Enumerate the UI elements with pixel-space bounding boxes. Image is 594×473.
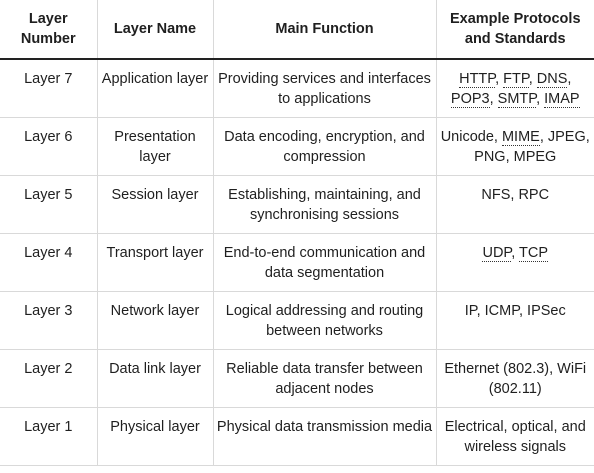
- protocols-cell: HTTP, FTP, DNS, POP3, SMTP, IMAP: [435, 59, 594, 118]
- protocol-abbreviation[interactable]: IMAP: [544, 91, 580, 108]
- protocol-abbreviation[interactable]: SMTP: [497, 91, 537, 108]
- layer-number-cell: Layer 2: [0, 349, 97, 408]
- protocol-text: ,: [567, 71, 572, 87]
- header-layer-number: Layer Number: [0, 0, 97, 60]
- table-row: Layer 2 Data link layer Reliable data tran…: [0, 349, 594, 408]
- protocol-text: Unicode,: [440, 128, 502, 145]
- layer-name-cell: Network layer: [96, 291, 213, 350]
- protocol-text: NFS, RPC: [481, 186, 550, 203]
- layer-number-cell: Layer 1: [0, 407, 97, 466]
- layer-number-cell: Layer 7: [0, 59, 97, 118]
- protocols-cell: NFS, RPC: [435, 175, 594, 234]
- protocol-text: ,: [495, 71, 504, 87]
- protocols-cell: UDP, TCP: [435, 233, 594, 292]
- protocols-cell: IP, ICMP, IPSec: [435, 291, 594, 350]
- main-function-cell: Data encoding, encryption, and compressi…: [212, 117, 436, 176]
- main-function-cell: Physical data transmission media: [212, 407, 436, 466]
- table-row: Layer 3 Network layer Logical addressing a…: [0, 291, 594, 350]
- main-function-cell: Logical addressing and routing between n…: [212, 291, 436, 350]
- protocol-abbreviation[interactable]: MIME: [501, 128, 540, 146]
- protocols-cell: Ethernet (802.3), WiFi (802.11): [435, 349, 594, 408]
- table-row: Layer 6 Presentation layer Data encoding, …: [0, 117, 594, 176]
- table-row: Layer 1 Physical layer Physical data trans…: [0, 407, 594, 466]
- layer-name-cell: Data link layer: [96, 349, 213, 408]
- protocol-abbreviation[interactable]: TCP: [519, 244, 549, 262]
- layer-number-cell: Layer 4: [0, 233, 97, 292]
- layer-number-cell: Layer 3: [0, 291, 97, 350]
- header-row: Layer Number Layer Name Main Function Ex…: [0, 0, 594, 60]
- protocol-text: ,: [489, 91, 498, 107]
- layer-name-cell: Session layer: [96, 175, 213, 234]
- header-layer-name: Layer Name: [96, 0, 213, 60]
- layer-name-cell: Application layer: [96, 59, 213, 118]
- header-main-function: Main Function: [212, 0, 436, 60]
- table-body: Layer 7 Application layer Providing servic…: [0, 59, 594, 466]
- protocol-text: ,: [511, 244, 520, 261]
- protocol-abbreviation[interactable]: DNS: [536, 71, 568, 88]
- layer-name-cell: Transport layer: [96, 233, 213, 292]
- protocol-text: ,: [528, 71, 537, 87]
- protocols-cell: Electrical, optical, and wireless signal…: [435, 407, 594, 466]
- protocol-text: Electrical, optical, and wireless signal…: [444, 418, 586, 455]
- protocol-abbreviation[interactable]: UDP: [482, 244, 512, 262]
- protocol-abbreviation[interactable]: HTTP: [459, 71, 496, 88]
- header-protocols: Example Protocols and Standards: [435, 0, 594, 60]
- main-function-cell: Establishing, maintaining, and synchroni…: [212, 175, 436, 234]
- main-function-cell: Providing services and interfaces to app…: [212, 59, 436, 118]
- layer-name-cell: Presentation layer: [96, 117, 213, 176]
- layer-number-cell: Layer 6: [0, 117, 97, 176]
- protocol-text: IP, ICMP, IPSec: [464, 302, 566, 319]
- layer-number-cell: Layer 5: [0, 175, 97, 234]
- main-function-cell: Reliable data transfer between adjacent …: [212, 349, 436, 408]
- protocols-cell: Unicode, MIME, JPEG, PNG, MPEG: [435, 117, 594, 176]
- layer-name-cell: Physical layer: [96, 407, 213, 466]
- table-header: Layer Number Layer Name Main Function Ex…: [0, 0, 594, 60]
- main-function-cell: End-to-end communication and data segmen…: [212, 233, 436, 292]
- protocol-text: ,: [536, 91, 545, 107]
- protocol-abbreviation[interactable]: POP3: [450, 91, 490, 108]
- osi-layers-table: Layer Number Layer Name Main Function Ex…: [0, 0, 594, 466]
- table-row: Layer 4 Transport layer End-to-end communi…: [0, 233, 594, 292]
- protocol-abbreviation[interactable]: FTP: [503, 71, 529, 88]
- table-row: Layer 7 Application layer Providing servic…: [0, 59, 594, 118]
- table-row: Layer 5 Session layer Establishing, mainta…: [0, 175, 594, 234]
- protocol-text: Ethernet (802.3), WiFi (802.11): [444, 360, 587, 397]
